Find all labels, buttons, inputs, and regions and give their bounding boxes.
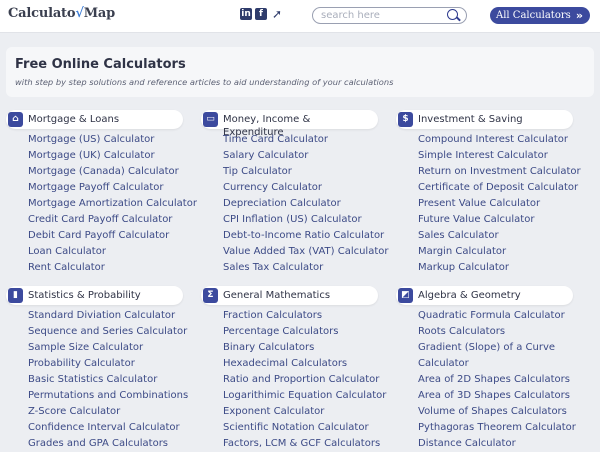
calculator-link[interactable]: Gradient (Slope) of a Curve Calculator [418,340,583,372]
calculator-link-list: Fraction Calculators Percentage Calculato… [223,308,386,452]
calculator-link[interactable]: Binary Calculators [223,340,386,356]
calculator-link[interactable]: Sales Calculator [418,228,581,244]
calculator-link[interactable]: Salary Calculator [223,148,389,164]
bar-chart-icon: ▮ [8,288,23,303]
calculator-link[interactable]: Time Card Calculator [223,132,389,148]
calculator-link[interactable]: Loan Calculator [28,244,197,260]
top-header: Calculato√Map inf➚ All Calculators » [0,0,600,33]
house-icon: ⌂ [8,112,23,127]
calculator-link[interactable]: Quadratic Formula Calculator [418,308,583,324]
logo-text-tail: Map [83,6,116,21]
calculator-link[interactable]: Margin Calculator [418,244,581,260]
piggy-bank-icon: $ [398,112,413,127]
calculator-link[interactable]: Scientific Notation Calculator [223,420,386,436]
all-calculators-label: All Calculators [496,10,571,21]
calculator-link[interactable]: Basic Statistics Calculator [28,372,188,388]
category-title: Investment & Saving [418,114,523,125]
calculator-link[interactable]: Return on Investment Calculator [418,164,581,180]
category-header[interactable]: ◩ Algebra & Geometry [396,286,573,305]
calculator-link[interactable]: Z-Score Calculator [28,404,188,420]
calculator-link[interactable]: Credit Card Payoff Calculator [28,212,197,228]
calculator-link[interactable]: Simple Interest Calculator [418,148,581,164]
calculator-link[interactable]: Debt-to-Income Ratio Calculator [223,228,389,244]
sigma-icon: Σ [203,288,218,303]
calculator-link[interactable]: Area of 3D Shapes Calculators [418,388,583,404]
calculator-link-list: Time Card Calculator Salary Calculator Tip… [223,132,389,276]
calculator-link[interactable]: Pythagoras Theorem Calculator [418,420,583,436]
calculator-link[interactable]: Mortgage Payoff Calculator [28,180,197,196]
calculator-link-list: Mortgage (US) Calculator Mortgage (UK) Ca… [28,132,197,276]
facebook-icon[interactable]: f [255,8,267,20]
calculator-link[interactable]: Area of 2D Shapes Calculators [418,372,583,388]
calculator-link[interactable]: Permutations and Combinations [28,388,188,404]
logo-text: Calculato [8,6,76,21]
calculator-link[interactable]: Exponent Calculator [223,404,386,420]
category-title: Mortgage & Loans [28,114,120,125]
calculator-link[interactable]: Future Value Calculator [418,212,581,228]
shapes-icon: ◩ [398,288,413,303]
calculator-link[interactable]: Probability Calculator [28,356,188,372]
page-title: Free Online Calculators [15,57,186,72]
calculator-link[interactable]: Confidence Interval Calculator [28,420,188,436]
category-header[interactable]: ⌂ Mortgage & Loans [6,110,183,129]
calculator-link[interactable]: Roots Calculators [418,324,583,340]
category-header[interactable]: Σ General Mathematics [201,286,378,305]
calculator-link[interactable]: Sales Tax Calculator [223,260,389,276]
calculator-link[interactable]: Ratio and Proportion Calculator [223,372,386,388]
calculator-link[interactable]: Standard Diviation Calculator [28,308,188,324]
calculator-link[interactable]: Currency Calculator [223,180,389,196]
logo-check-mark: √ [75,6,84,21]
page-subtitle: with step by step solutions and referenc… [15,77,394,87]
all-calculators-button[interactable]: All Calculators » [490,7,590,24]
calculator-link[interactable]: Tip Calculator [223,164,389,180]
calculator-link[interactable]: Depreciation Calculator [223,196,389,212]
category-title: General Mathematics [223,290,331,301]
calculator-link[interactable]: Percentage Calculators [223,324,386,340]
calculator-link-list: Compound Interest Calculator Simple Inter… [418,132,581,276]
wallet-icon: ▭ [203,112,218,127]
linkedin-icon[interactable]: in [240,8,252,20]
calculator-link[interactable]: Markup Calculator [418,260,581,276]
calculator-link[interactable]: Mortgage (Canada) Calculator [28,164,197,180]
category-header[interactable]: ▭ Money, Income & Expenditure [201,110,378,138]
hero-card: Free Online Calculators with step by ste… [6,47,594,97]
twitter-icon[interactable]: ➚ [270,8,284,20]
calculator-link[interactable]: Mortgage Amortization Calculator [28,196,197,212]
calculator-link-list: Standard Diviation Calculator Sequence an… [28,308,188,452]
social-links: in f ➚ [240,8,287,24]
calculator-link[interactable]: Rent Calculator [28,260,197,276]
search-input[interactable] [321,9,441,22]
search-box [312,7,467,24]
calculator-link[interactable]: Value Added Tax (VAT) Calculator [223,244,389,260]
double-chevron-right-icon: » [575,9,583,22]
calculator-link[interactable]: Mortgage (UK) Calculator [28,148,197,164]
search-icon[interactable] [447,9,458,20]
calculator-link[interactable]: Volume of Shapes Calculators [418,404,583,420]
calculator-link[interactable]: Sample Size Calculator [28,340,188,356]
calculator-link[interactable]: CPI Inflation (US) Calculator [223,212,389,228]
category-header[interactable]: $ Investment & Saving [396,110,573,129]
calculator-link[interactable]: Fraction Calculators [223,308,386,324]
calculator-link[interactable]: Present Value Calculator [418,196,581,212]
category-title: Statistics & Probability [28,290,141,301]
calculator-link[interactable]: Logarithimic Equation Calculator [223,388,386,404]
calculator-link[interactable]: Certificate of Deposit Calculator [418,180,581,196]
calculator-link[interactable]: Debit Card Payoff Calculator [28,228,197,244]
site-logo[interactable]: Calculato√Map [8,6,115,21]
calculator-link[interactable]: Hexadecimal Calculators [223,356,386,372]
calculator-link[interactable]: Sequence and Series Calculator [28,324,188,340]
category-header[interactable]: ▮ Statistics & Probability [6,286,183,305]
calculator-link[interactable]: Compound Interest Calculator [418,132,581,148]
calculator-link-list: Quadratic Formula Calculator Roots Calcul… [418,308,583,452]
category-title: Algebra & Geometry [418,290,521,301]
calculator-link[interactable]: Mortgage (US) Calculator [28,132,197,148]
